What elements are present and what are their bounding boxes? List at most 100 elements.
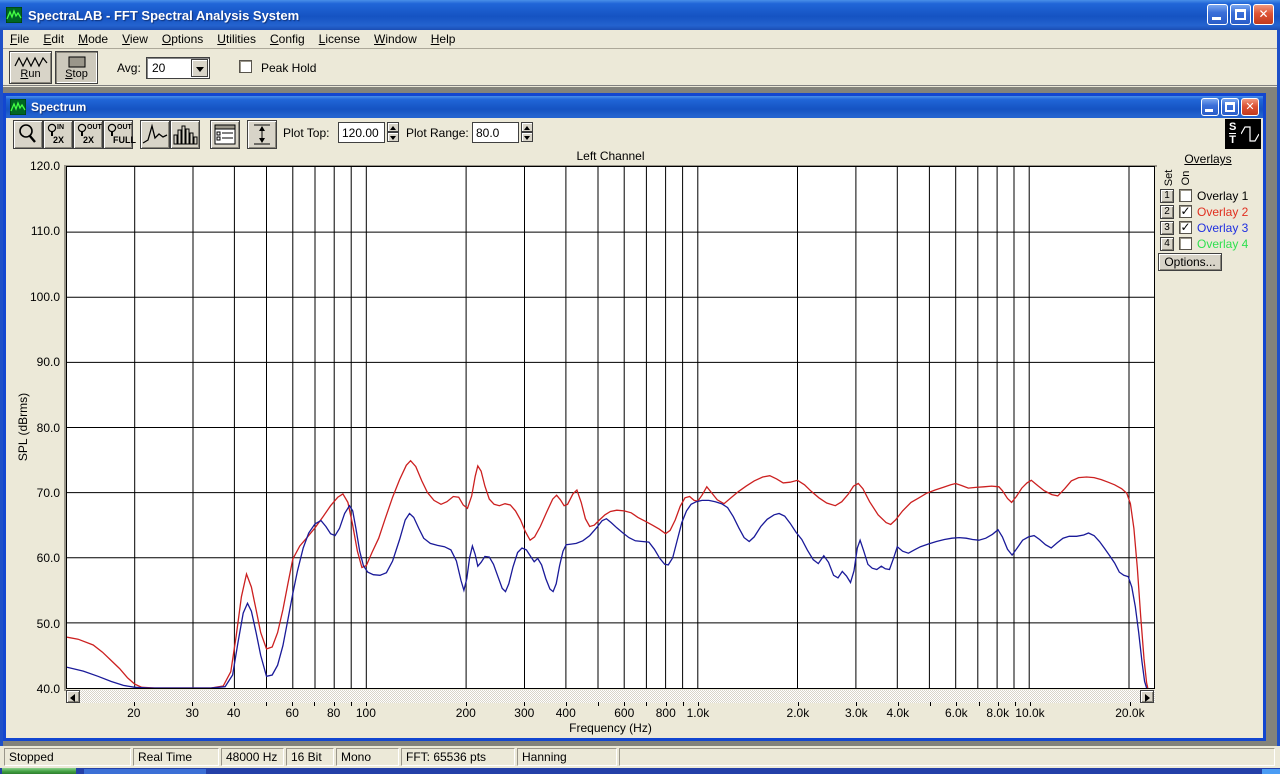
vertical-scale-button[interactable]: [247, 120, 277, 149]
zoom-in-2x-button[interactable]: IN 2X: [43, 120, 73, 149]
menu-item-file[interactable]: File: [3, 30, 36, 48]
app-icon: [5, 6, 23, 24]
x-tick-label-20: 20: [127, 706, 141, 720]
plot-horizontal-scrollbar[interactable]: [66, 690, 1155, 703]
taskbar-sliver: [0, 768, 1280, 774]
scroll-right-button[interactable]: [1140, 690, 1154, 703]
menu-item-utilities[interactable]: Utilities: [210, 30, 263, 48]
peak-hold-label: Peak Hold: [261, 61, 317, 75]
x-tick-label-600: 600: [614, 706, 635, 720]
x-tick-label-200: 200: [455, 706, 476, 720]
x-tick-label-400: 400: [555, 706, 576, 720]
spectrum-curve-overlay3: [67, 499, 1148, 688]
overlay-checkbox-2[interactable]: ✓: [1179, 205, 1192, 218]
plot-range-spinner[interactable]: [521, 122, 533, 143]
overlay-label-2: Overlay 2: [1197, 205, 1249, 219]
overlay-checkbox-1[interactable]: [1179, 189, 1192, 202]
scroll-left-button[interactable]: [66, 690, 80, 703]
minimize-button[interactable]: [1207, 4, 1228, 25]
close-icon: ✕: [1245, 101, 1255, 113]
gridlines: [67, 167, 1154, 688]
wave-icon: [1241, 126, 1259, 142]
status-segment-5: FFT: 65536 pts: [401, 748, 515, 766]
zoom-button-label-bottom: 2X: [53, 135, 65, 145]
minimize-icon: [1212, 17, 1221, 20]
overlays-heading: Overlays: [1184, 152, 1232, 166]
st-icon-top-letter: S: [1229, 121, 1237, 134]
vertical-ruler-icon: [254, 124, 270, 145]
maximize-button[interactable]: [1230, 4, 1251, 25]
stop-button[interactable]: Stop: [55, 51, 98, 84]
plot-range-label: Plot Range:: [406, 126, 469, 140]
menu-item-options[interactable]: Options: [155, 30, 210, 48]
plot-area[interactable]: [66, 166, 1155, 689]
menu-item-help[interactable]: Help: [424, 30, 463, 48]
menu-item-window[interactable]: Window: [367, 30, 424, 48]
overlay-row-1: 1 Overlay 1: [1160, 188, 1270, 204]
x-tick-label-40: 40: [227, 706, 241, 720]
menu-item-edit[interactable]: Edit: [36, 30, 71, 48]
overlay-set-button-1[interactable]: 1: [1160, 189, 1174, 203]
stop-square-icon: [68, 56, 85, 68]
stop-button-label: Stop: [65, 68, 88, 80]
menu-item-license[interactable]: License: [312, 30, 367, 48]
y-tick-label-90.0: 90.0: [36, 355, 60, 370]
maximize-icon: [1235, 9, 1246, 20]
spectrum-close-button[interactable]: ✕: [1241, 98, 1259, 116]
status-segment-0: Stopped: [4, 748, 131, 766]
peak-hold-checkbox[interactable]: [239, 60, 252, 73]
spectrum-titlebar[interactable]: Spectrum ✕: [6, 96, 1263, 118]
menu-item-mode[interactable]: Mode: [71, 30, 115, 48]
avg-dropdown-arrow[interactable]: [191, 59, 208, 77]
x-tick-label-1.0k: 1.0k: [686, 706, 710, 720]
status-segment-6: Hanning: [517, 748, 617, 766]
x-tick-label-300: 300: [514, 706, 535, 720]
peak-curve-icon: [142, 123, 168, 144]
overlay-row-2: 2 ✓ Overlay 2: [1160, 204, 1270, 220]
taskbar-item-edge[interactable]: [84, 769, 206, 774]
overlay-set-button-3[interactable]: 3: [1160, 221, 1174, 235]
spin-down-button[interactable]: [387, 132, 399, 142]
zoom-button[interactable]: [13, 120, 43, 149]
overlays-options-button[interactable]: Options...: [1158, 253, 1222, 271]
display-options-button[interactable]: [210, 120, 240, 149]
st-icon-bottom-letter: T: [1229, 134, 1237, 146]
overlay-label-4: Overlay 4: [1197, 237, 1249, 251]
main-titlebar[interactable]: SpectraLAB - FFT Spectral Analysis Syste…: [0, 0, 1280, 30]
plot-top-input[interactable]: [338, 122, 385, 143]
x-tick-label-4.0k: 4.0k: [886, 706, 910, 720]
spin-down-button[interactable]: [521, 132, 533, 142]
menu-item-view[interactable]: View: [115, 30, 155, 48]
plot-top-spinner[interactable]: [387, 122, 399, 143]
spin-up-button[interactable]: [521, 122, 533, 132]
plot-range-input[interactable]: [472, 122, 519, 143]
spectrum-curve-overlay2: [67, 459, 1149, 688]
overlay-set-button-4[interactable]: 4: [1160, 237, 1174, 251]
spectrum-minimize-button[interactable]: [1201, 98, 1219, 116]
bar-spectrum-button[interactable]: [170, 120, 200, 149]
avg-dropdown[interactable]: 20: [146, 57, 210, 79]
x-tick-label-60: 60: [285, 706, 299, 720]
spectrum-maximize-button[interactable]: [1221, 98, 1239, 116]
overlay-checkbox-3[interactable]: ✓: [1179, 221, 1192, 234]
peak-curve-button[interactable]: [140, 120, 170, 149]
x-tick-mark: [597, 702, 599, 706]
close-button[interactable]: ✕: [1253, 4, 1274, 25]
start-button-edge[interactable]: [2, 768, 76, 774]
spectralab-main-window: SpectraLAB - FFT Spectral Analysis Syste…: [0, 0, 1280, 774]
menu-item-config[interactable]: Config: [263, 30, 312, 48]
zoom-out-2x-button[interactable]: OUT 2X: [73, 120, 103, 149]
zoom-out-full-button[interactable]: OUT FULL: [103, 120, 136, 149]
run-button[interactable]: Run: [9, 51, 52, 84]
spectrum-time-toggle-icon[interactable]: S T: [1225, 119, 1261, 149]
bars-icon: [173, 125, 198, 145]
overlay-set-button-2[interactable]: 2: [1160, 205, 1174, 219]
x-tick-label-6.0k: 6.0k: [944, 706, 968, 720]
status-segment-1: Real Time: [133, 748, 219, 766]
y-tick-label-80.0: 80.0: [36, 420, 60, 435]
list-window-icon: [214, 124, 236, 145]
window-title: SpectraLAB - FFT Spectral Analysis Syste…: [28, 7, 300, 23]
x-tick-mark: [265, 702, 267, 706]
overlay-checkbox-4[interactable]: [1179, 237, 1192, 250]
spin-up-button[interactable]: [387, 122, 399, 132]
